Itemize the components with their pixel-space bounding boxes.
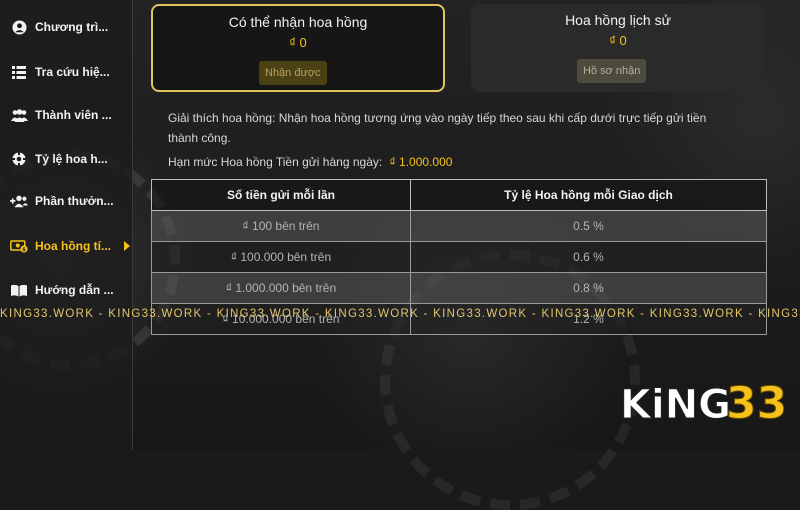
table-row: ₫ 100 bên trên 0.5 % — [151, 210, 767, 242]
card-value: ₫ 0 — [609, 33, 627, 48]
sidebar: Chương trì... Tra cứu hiệ... Thành viên … — [0, 0, 133, 450]
sidebar-item-members[interactable]: Thành viên ... — [0, 102, 132, 128]
members-icon — [10, 106, 28, 124]
sidebar-item-commission-rate[interactable]: Tỷ lệ hoa h... — [0, 146, 132, 172]
commission-history-card: Hoa hồng lịch sử ₫ 0 Hồ sơ nhận — [471, 4, 765, 92]
list-icon — [10, 63, 28, 81]
sidebar-item-label: Tra cứu hiệ... — [35, 65, 110, 79]
sidebar-item-label: Tỷ lệ hoa h... — [35, 152, 108, 166]
column-header-deposit: Số tiền gửi mỗi lần — [151, 179, 411, 211]
sidebar-item-label: Phần thưởn... — [35, 194, 114, 208]
add-user-icon — [10, 192, 28, 210]
sidebar-item-program[interactable]: Chương trì... — [0, 14, 132, 40]
rate-cell: 0.8 % — [410, 272, 767, 304]
daily-limit-label: Hạn mức Hoa hồng Tiền gửi hàng ngày: — [168, 155, 383, 169]
sidebar-item-label: Hướng dẫn ... — [35, 283, 114, 297]
available-commission-card: Có thể nhận hoa hồng ₫ 0 Nhận được — [151, 4, 445, 92]
daily-limit-amount: ₫ 1.000.000 — [389, 155, 453, 169]
sidebar-item-label: Chương trì... — [35, 20, 109, 34]
claim-history-button[interactable]: Hồ sơ nhận — [577, 59, 647, 83]
table-row: ₫ 1.000.000 bên trên 0.8 % — [151, 272, 767, 304]
chevron-right-icon — [124, 241, 130, 251]
deposit-cell: ₫ 100.000 bên trên — [151, 241, 411, 273]
sidebar-item-lookup[interactable]: Tra cứu hiệ... — [0, 59, 132, 85]
rate-cell: 0.6 % — [410, 241, 767, 273]
rate-cell: 0.5 % — [410, 210, 767, 242]
card-title: Có thể nhận hoa hồng — [228, 14, 368, 30]
sidebar-item-rewards[interactable]: Phần thưởn... — [0, 188, 132, 214]
card-title: Hoa hồng lịch sử — [565, 12, 671, 28]
commission-rate-icon — [10, 150, 28, 168]
commission-explanation: Giải thích hoa hồng: Nhận hoa hồng tương… — [168, 111, 707, 145]
logo-text-main: KiNG — [620, 382, 731, 428]
book-icon — [10, 281, 28, 299]
sidebar-item-label: Hoa hồng tí... — [35, 239, 111, 253]
logo-text-number: 33 — [726, 378, 786, 429]
sidebar-item-guide[interactable]: Hướng dẫn ... — [0, 277, 132, 303]
daily-limit: Hạn mức Hoa hồng Tiền gửi hàng ngày: ₫ 1… — [168, 155, 452, 169]
sidebar-item-commission[interactable]: $ Hoa hồng tí... — [0, 233, 132, 259]
money-icon: $ — [10, 237, 28, 255]
deposit-cell: ₫ 100 bên trên — [151, 210, 411, 242]
king33-logo: KiNG 33 — [618, 374, 788, 430]
sidebar-item-label: Thành viên ... — [35, 108, 112, 122]
card-value: ₫ 0 — [289, 35, 307, 50]
claim-button[interactable]: Nhận được — [259, 61, 327, 85]
table-header-row: Số tiền gửi mỗi lần Tỷ lệ Hoa hồng mỗi G… — [151, 179, 767, 211]
table-row: ₫ 100.000 bên trên 0.6 % — [151, 241, 767, 273]
user-icon — [10, 18, 28, 36]
watermark-text: KING33.WORK - KING33.WORK - KING33.WORK … — [0, 308, 800, 320]
deposit-cell: ₫ 1.000.000 bên trên — [151, 272, 411, 304]
column-header-rate: Tỷ lệ Hoa hồng mỗi Giao dịch — [410, 179, 767, 211]
svg-text:$: $ — [22, 247, 26, 253]
